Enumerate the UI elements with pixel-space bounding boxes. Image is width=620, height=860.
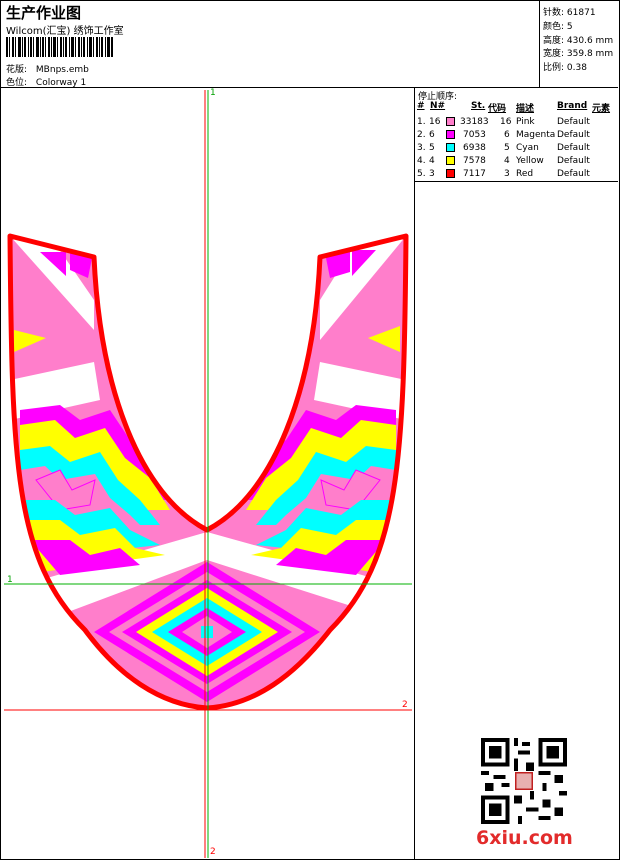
col-needle: N# <box>430 101 446 111</box>
stat-stitches: 针数: 61871 <box>543 8 596 18</box>
guide-label-bottom: 2 <box>210 847 216 857</box>
row-description: Red <box>516 169 534 179</box>
row-brand: Default <box>557 117 590 127</box>
row-brand: Default <box>557 156 590 166</box>
guide-label-top: 1 <box>210 88 216 98</box>
row-index: 3. <box>417 143 426 153</box>
row-stitches: 6938 <box>463 143 486 153</box>
yellow-swatch <box>446 156 455 165</box>
row-stitches: 7578 <box>463 156 486 166</box>
row-stitches: 7117 <box>463 169 486 179</box>
row-brand: Default <box>557 169 590 179</box>
row-brand: Default <box>557 130 590 140</box>
sheet-subtitle: Wilcom(汇宝) 绣饰工作室 <box>6 26 124 37</box>
qr-code-icon <box>481 738 567 824</box>
row-index: 5. <box>417 169 426 179</box>
design-canvas: 1 2 1 2 <box>0 88 414 859</box>
watermark-logo: 6xiu.com <box>476 827 573 849</box>
row-code: 4 <box>504 156 510 166</box>
row-code: 5 <box>504 143 510 153</box>
barcode-icon <box>6 37 113 57</box>
row-description: Magenta <box>516 130 556 140</box>
row-stitches: 7053 <box>463 130 486 140</box>
pattern-row: 花版: MBnps.emb <box>6 62 89 75</box>
sheet-title: 生产作业图 <box>6 4 82 22</box>
pattern-label: 花版: <box>6 65 28 75</box>
cyan-swatch <box>446 143 455 152</box>
stat-width: 宽度: 359.8 mm <box>543 49 614 59</box>
design-stats: 针数: 61871 颜色: 5 高度: 430.6 mm 宽度: 359.8 m… <box>539 0 619 87</box>
col-description: 描述 <box>516 104 535 114</box>
row-index: 2. <box>417 130 426 140</box>
row-needle: 5 <box>429 143 435 153</box>
row-code: 16 <box>500 117 512 127</box>
col-element: 元素 <box>592 104 611 114</box>
red-swatch <box>446 169 455 178</box>
pink-swatch <box>446 117 455 126</box>
panel-divider <box>414 88 415 859</box>
stat-colors: 颜色: 5 <box>543 22 573 32</box>
table-bottom-divider <box>415 181 618 182</box>
embroidery-design <box>4 90 412 858</box>
row-description: Cyan <box>516 143 539 153</box>
row-needle: 4 <box>429 156 435 166</box>
row-needle: 3 <box>429 169 435 179</box>
row-code: 6 <box>504 130 510 140</box>
guide-label-red: 2 <box>402 700 408 710</box>
row-description: Pink <box>516 117 535 127</box>
col-stitches: St. <box>471 101 486 111</box>
row-index: 1. <box>417 117 426 127</box>
magenta-swatch <box>446 130 455 139</box>
row-description: Yellow <box>516 156 544 166</box>
guide-label-green: 1 <box>7 575 13 585</box>
col-index: # <box>417 101 425 111</box>
stat-scale: 比例: 0.38 <box>543 63 587 73</box>
row-needle: 16 <box>429 117 441 127</box>
row-code: 3 <box>504 169 510 179</box>
col-code: 代码 <box>488 104 507 114</box>
col-brand: Brand <box>557 101 588 111</box>
pattern-value: MBnps.emb <box>35 65 89 75</box>
row-stitches: 33183 <box>460 117 489 127</box>
row-needle: 6 <box>429 130 435 140</box>
stat-height: 高度: 430.6 mm <box>543 36 614 46</box>
row-brand: Default <box>557 143 590 153</box>
row-index: 4. <box>417 156 426 166</box>
